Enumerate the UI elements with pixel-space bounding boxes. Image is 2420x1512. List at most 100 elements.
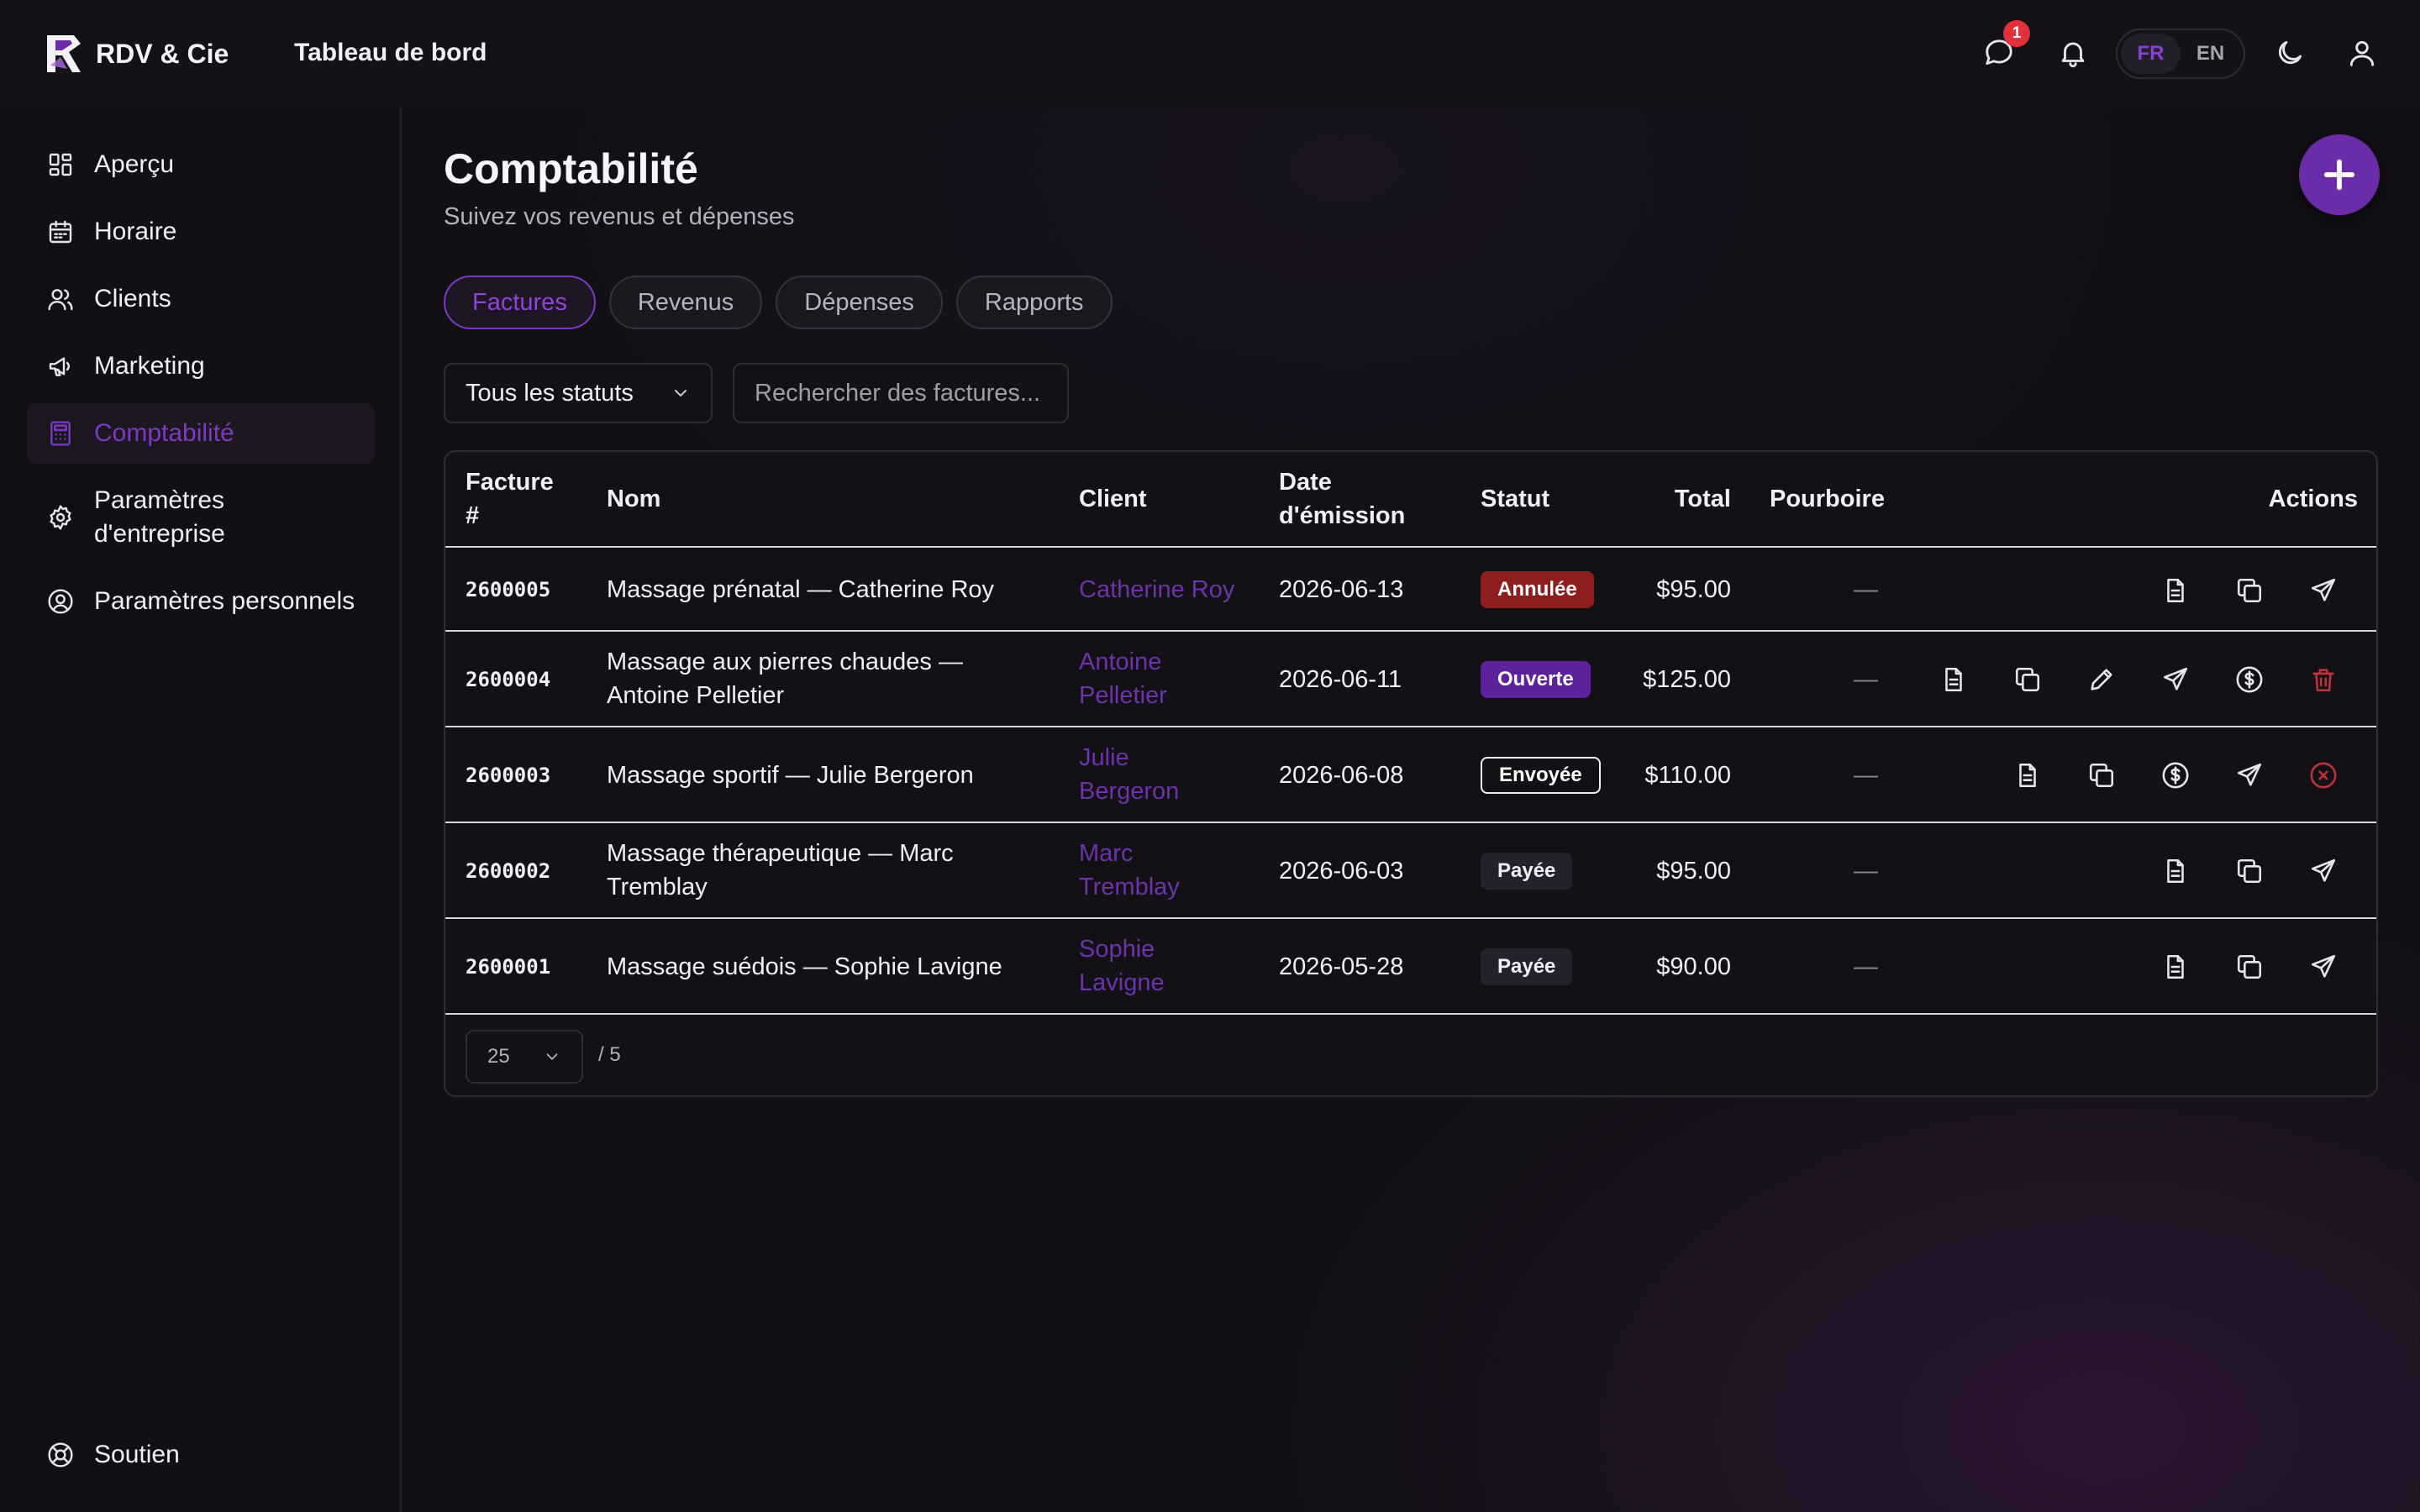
sidebar-item-label: Paramètres personnels bbox=[94, 587, 355, 615]
header-status[interactable]: Statut bbox=[1481, 482, 1549, 516]
send-icon[interactable] bbox=[2161, 665, 2190, 694]
sidebar-item-label: Aperçu bbox=[94, 150, 175, 178]
tip-value: — bbox=[1854, 762, 1878, 789]
sidebar-item-label: Horaire bbox=[94, 218, 177, 245]
tab-factures[interactable]: Factures bbox=[444, 276, 596, 329]
logo-icon bbox=[44, 32, 84, 76]
tab-bar: Factures Revenus Dépenses Rapports bbox=[444, 276, 1113, 329]
send-icon[interactable] bbox=[2309, 857, 2338, 885]
tip-value: — bbox=[1854, 953, 1878, 980]
moon-icon[interactable] bbox=[2274, 37, 2306, 69]
lang-en[interactable]: EN bbox=[2181, 34, 2240, 74]
sidebar-item-clients[interactable]: Clients bbox=[27, 269, 375, 329]
document-icon[interactable] bbox=[2161, 576, 2190, 605]
copy-icon[interactable] bbox=[2013, 665, 2042, 694]
lang-fr[interactable]: FR bbox=[2121, 34, 2181, 74]
send-icon[interactable] bbox=[2309, 953, 2338, 981]
send-icon[interactable] bbox=[2309, 576, 2338, 605]
invoice-total: $125.00 bbox=[1643, 666, 1731, 693]
brand[interactable]: RDV & Cie bbox=[44, 32, 229, 76]
header-title: Tableau de bord bbox=[294, 39, 487, 66]
megaphone-icon bbox=[47, 353, 74, 380]
status-badge: Payée bbox=[1481, 853, 1573, 890]
copy-icon[interactable] bbox=[2235, 576, 2264, 605]
client-link[interactable]: Marc Tremblay bbox=[1079, 837, 1188, 904]
header-invoice[interactable]: Facture # bbox=[466, 465, 566, 533]
dollar-icon[interactable] bbox=[2161, 761, 2190, 790]
lifebuoy-icon bbox=[47, 1441, 74, 1468]
invoice-name: Massage suédois — Sophie Lavigne bbox=[607, 953, 1002, 980]
add-button[interactable] bbox=[2299, 134, 2380, 215]
sidebar-item-label: Clients bbox=[94, 285, 171, 312]
tab-revenus[interactable]: Revenus bbox=[608, 276, 763, 329]
chevron-down-icon bbox=[543, 1047, 561, 1066]
cancel-icon[interactable] bbox=[2309, 761, 2338, 790]
gear-icon bbox=[47, 504, 74, 531]
search-input[interactable] bbox=[733, 363, 1069, 423]
page-count: / 5 bbox=[598, 1043, 621, 1066]
table-row[interactable]: 2600002 Massage thérapeutique — Marc Tre… bbox=[445, 823, 2376, 919]
tab-depenses[interactable]: Dépenses bbox=[776, 276, 943, 329]
client-link[interactable]: Antoine Pelletier bbox=[1079, 645, 1180, 712]
sidebar-item-marketing[interactable]: Marketing bbox=[27, 336, 375, 396]
invoices-table: Facture # Nom Client Date d'émission Sta… bbox=[444, 450, 2378, 1097]
bell-icon[interactable] bbox=[2057, 37, 2089, 69]
client-link[interactable]: Julie Bergeron bbox=[1079, 741, 1188, 808]
issue-date: 2026-06-03 bbox=[1279, 858, 1404, 885]
sidebar-item-comptabilite[interactable]: Comptabilité bbox=[27, 403, 375, 464]
issue-date: 2026-06-13 bbox=[1279, 576, 1404, 603]
invoice-number: 2600005 bbox=[466, 578, 551, 601]
header-total[interactable]: Total bbox=[1622, 482, 1731, 516]
top-bar: RDV & Cie Tableau de bord 1 FR EN bbox=[0, 0, 2420, 108]
issue-date: 2026-05-28 bbox=[1279, 953, 1404, 980]
invoice-number: 2600002 bbox=[466, 859, 551, 883]
header-date[interactable]: Date d'émission bbox=[1279, 465, 1413, 533]
sidebar-item-soutien[interactable]: Soutien bbox=[27, 1425, 375, 1485]
invoice-name: Massage aux pierres chaudes — Antoine Pe… bbox=[607, 648, 963, 709]
invoice-total: $110.00 bbox=[1644, 762, 1731, 789]
tab-rapports[interactable]: Rapports bbox=[955, 276, 1113, 329]
sidebar-item-label: Paramètres d'entreprise bbox=[94, 486, 225, 548]
header-tip[interactable]: Pourboire bbox=[1770, 482, 1885, 516]
status-filter-value: Tous les statuts bbox=[466, 379, 634, 407]
header-client[interactable]: Client bbox=[1079, 482, 1147, 516]
table-header: Facture # Nom Client Date d'émission Sta… bbox=[445, 452, 2376, 548]
table-row[interactable]: 2600005 Massage prénatal — Catherine Roy… bbox=[445, 548, 2376, 632]
document-icon[interactable] bbox=[2013, 761, 2042, 790]
trash-icon[interactable] bbox=[2309, 665, 2338, 694]
user-icon[interactable] bbox=[2346, 37, 2378, 69]
client-link[interactable]: Catherine Roy bbox=[1079, 573, 1247, 606]
issue-date: 2026-06-11 bbox=[1279, 666, 1402, 693]
status-filter-select[interactable]: Tous les statuts bbox=[444, 363, 713, 423]
sidebar-item-apercu[interactable]: Aperçu bbox=[27, 134, 375, 195]
brand-name: RDV & Cie bbox=[96, 38, 229, 69]
send-icon[interactable] bbox=[2235, 761, 2264, 790]
table-row[interactable]: 2600003 Massage sportif — Julie Bergeron… bbox=[445, 727, 2376, 823]
dollar-icon[interactable] bbox=[2235, 665, 2264, 694]
document-icon[interactable] bbox=[1939, 665, 1968, 694]
client-link[interactable]: Sophie Lavigne bbox=[1079, 932, 1180, 1000]
status-badge: Ouverte bbox=[1481, 661, 1591, 698]
copy-icon[interactable] bbox=[2087, 761, 2116, 790]
sidebar-item-parametres-personnels[interactable]: Paramètres personnels bbox=[27, 571, 375, 632]
chevron-down-icon bbox=[671, 383, 691, 403]
sidebar-item-label: Comptabilité bbox=[94, 419, 234, 447]
document-icon[interactable] bbox=[2161, 953, 2190, 981]
invoice-number: 2600001 bbox=[466, 955, 551, 979]
copy-icon[interactable] bbox=[2235, 953, 2264, 981]
sidebar-item-parametres-entreprise[interactable]: Paramètres d'entreprise bbox=[27, 475, 375, 559]
language-toggle[interactable]: FR EN bbox=[2116, 29, 2245, 79]
sidebar-item-horaire[interactable]: Horaire bbox=[27, 202, 375, 262]
calculator-icon bbox=[47, 420, 74, 447]
page-subtitle: Suivez vos revenus et dépenses bbox=[444, 203, 795, 230]
document-icon[interactable] bbox=[2161, 857, 2190, 885]
table-row[interactable]: 2600001 Massage suédois — Sophie Lavigne… bbox=[445, 919, 2376, 1015]
pencil-icon[interactable] bbox=[2087, 665, 2116, 694]
status-badge: Payée bbox=[1481, 948, 1573, 985]
copy-icon[interactable] bbox=[2235, 857, 2264, 885]
header-name[interactable]: Nom bbox=[607, 482, 660, 516]
table-row[interactable]: 2600004 Massage aux pierres chaudes — An… bbox=[445, 632, 2376, 727]
page-size-select[interactable]: 25 bbox=[466, 1030, 583, 1084]
tip-value: — bbox=[1854, 576, 1878, 603]
status-badge: Envoyée bbox=[1481, 757, 1601, 794]
